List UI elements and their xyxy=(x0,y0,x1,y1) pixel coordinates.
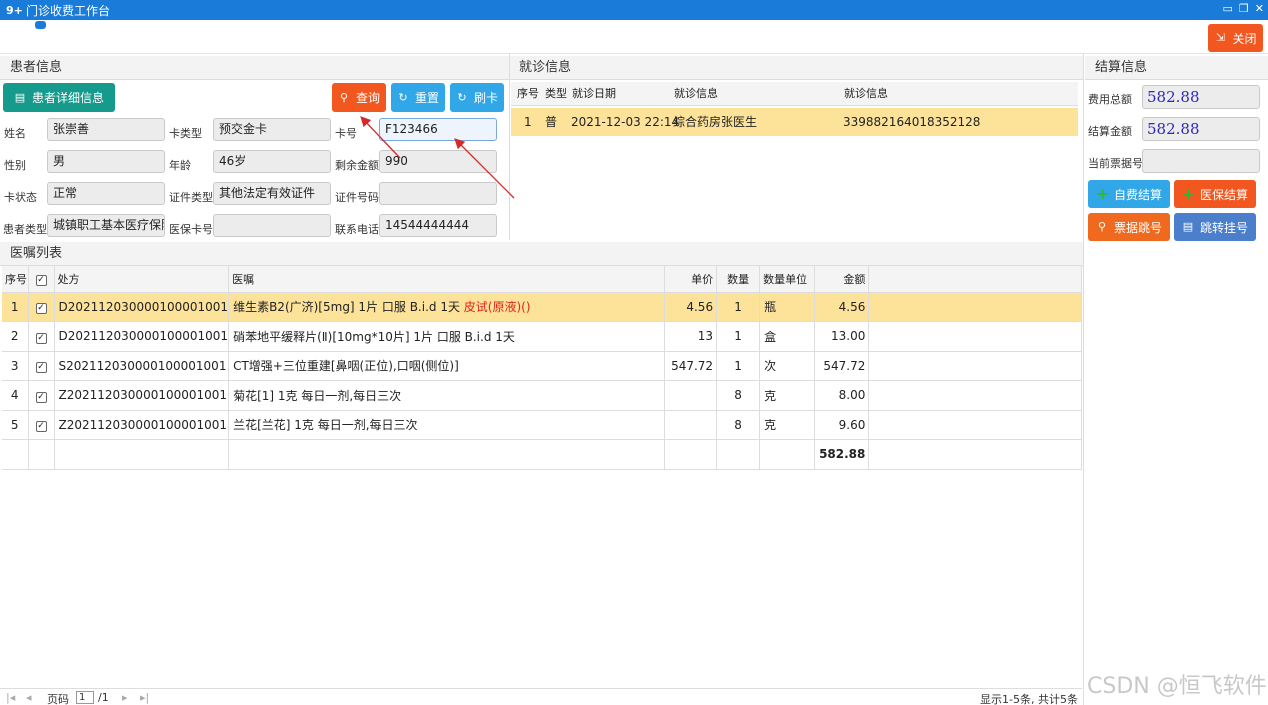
receipt-no-field[interactable] xyxy=(1142,149,1260,173)
total-fee-label: 费用总额 xyxy=(1088,93,1132,106)
close-button[interactable]: ⇲ 关闭 xyxy=(1208,24,1263,52)
phone-field[interactable]: 14544444444 xyxy=(379,214,497,237)
patient-panel-header: 患者信息 xyxy=(0,56,509,80)
table-total-row: 582.88 xyxy=(2,439,1082,470)
receipt-no-label: 当前票据号 xyxy=(1088,157,1143,170)
name-label: 姓名 xyxy=(4,127,26,140)
window-controls: ▭ ❐ ✕ xyxy=(1223,2,1265,15)
toolbar-indicator xyxy=(35,21,46,29)
document-icon: ▤ xyxy=(14,90,26,104)
swipe-card-button[interactable]: ↻ 刷卡 xyxy=(450,83,504,112)
row-checkbox[interactable]: ✓ xyxy=(35,332,47,344)
orders-total: 582.88 xyxy=(814,439,870,470)
age-field[interactable]: 46岁 xyxy=(213,150,331,173)
page-total: /1 xyxy=(98,691,109,704)
balance-label: 剩余金额 xyxy=(335,159,379,172)
window-title: 门诊收费工作台 xyxy=(26,3,111,18)
gender-label: 性别 xyxy=(4,159,26,172)
skin-test-link[interactable]: 皮试(原液)() xyxy=(464,300,531,314)
plus-icon: + xyxy=(1181,184,1196,203)
patient-type-field[interactable]: 城镇职工基本医疗保险 xyxy=(47,214,165,237)
record-summary: 显示1-5条, 共计5条 xyxy=(980,693,1078,705)
card-no-label: 卡号 xyxy=(335,127,357,140)
insurance-settle-button[interactable]: + 医保结算 xyxy=(1174,180,1256,208)
pagination-bar: |◂ ◂ 页码 1 /1 ▸ ▸| 显示1-5条, 共计5条 xyxy=(0,688,1082,705)
page-input[interactable]: 1 xyxy=(76,691,94,704)
row-checkbox[interactable]: ✓ xyxy=(35,391,47,403)
card-type-field[interactable]: 预交金卡 xyxy=(213,118,331,141)
prev-page-icon[interactable]: ◂ xyxy=(26,691,32,704)
orders-panel-header: 医嘱列表 xyxy=(0,242,1083,266)
phone-label: 联系电话 xyxy=(335,223,379,236)
refresh-icon: ↻ xyxy=(457,90,467,104)
insurance-card-field[interactable] xyxy=(213,214,331,237)
age-label: 年龄 xyxy=(169,159,191,172)
maximize-icon[interactable]: ❐ xyxy=(1239,2,1249,15)
refresh-icon: ↻ xyxy=(398,90,408,104)
table-row[interactable]: 4 ✓ Z202112030000100001001 菊花[1] 1克 每日一剂… xyxy=(2,380,1082,411)
patient-type-label: 患者类型 xyxy=(3,223,47,236)
card-status-label: 卡状态 xyxy=(4,191,37,204)
plus-icon: + xyxy=(1095,184,1110,203)
table-row[interactable]: 5 ✓ Z202112030000100001001 兰花[兰花] 1克 每日一… xyxy=(2,410,1082,440)
gender-field[interactable]: 男 xyxy=(47,150,165,173)
search-icon: ⚲ xyxy=(1097,220,1107,233)
table-row[interactable]: 3 ✓ S202112030000100001001 CT增强+三位重建[鼻咽(… xyxy=(2,351,1082,381)
row-checkbox[interactable]: ✓ xyxy=(35,362,47,374)
visit-row[interactable]: 1 普 2021-12-03 22:14 综合药房张医生 33988216401… xyxy=(511,108,1078,136)
self-pay-settle-button[interactable]: + 自费结算 xyxy=(1088,180,1170,208)
document-icon: ▤ xyxy=(1182,220,1194,233)
register-skip-button[interactable]: ▤ 跳转挂号 xyxy=(1174,213,1256,241)
orders-table: 序号 ✓ 处方 医嘱 单价 数量 数量单位 金额 1 ✓ D2021120300… xyxy=(2,266,1082,470)
divider xyxy=(509,54,510,240)
close-window-icon[interactable]: ✕ xyxy=(1255,2,1264,15)
card-no-input[interactable]: F123466 xyxy=(379,118,497,141)
id-no-field[interactable] xyxy=(379,182,497,205)
select-all-checkbox[interactable]: ✓ xyxy=(35,274,47,286)
last-page-icon[interactable]: ▸| xyxy=(140,691,149,704)
search-icon: ⚲ xyxy=(339,90,349,104)
row-checkbox[interactable]: ✓ xyxy=(35,303,47,315)
page-label: 页码 xyxy=(47,693,69,705)
watermark: CSDN @恒飞软件 xyxy=(1087,674,1267,699)
id-type-label: 证件类型 xyxy=(169,191,213,204)
settlement-panel-header: 结算信息 xyxy=(1085,56,1268,80)
first-page-icon[interactable]: |◂ xyxy=(6,691,15,704)
visit-col-info2: 就诊信息 xyxy=(844,87,888,100)
orders-table-header: 序号 ✓ 处方 医嘱 单价 数量 数量单位 金额 xyxy=(2,266,1082,293)
visit-table-header: 序号 类型 就诊日期 就诊信息 就诊信息 xyxy=(511,82,1078,106)
exit-icon: ⇲ xyxy=(1215,31,1226,44)
settle-amount-field[interactable]: 582.88 xyxy=(1142,117,1260,141)
card-type-label: 卡类型 xyxy=(169,127,202,140)
minimize-icon[interactable]: ▭ xyxy=(1223,2,1233,15)
card-status-field[interactable]: 正常 xyxy=(47,182,165,205)
app-logo-icon: 9+ xyxy=(6,3,23,17)
id-type-field[interactable]: 其他法定有效证件 xyxy=(213,182,331,205)
row-checkbox[interactable]: ✓ xyxy=(35,421,47,433)
toolbar: ⇲ 关闭 xyxy=(0,20,1268,54)
visit-col-date: 就诊日期 xyxy=(572,87,616,100)
insurance-card-label: 医保卡号 xyxy=(169,223,213,236)
table-row[interactable]: 2 ✓ D202112030000100001001 硝苯地平缓释片(Ⅱ)[10… xyxy=(2,321,1082,352)
visit-col-seq: 序号 xyxy=(517,87,539,100)
title-bar: 9+ 门诊收费工作台 ▭ ❐ ✕ xyxy=(0,0,1268,20)
divider xyxy=(1083,54,1084,705)
id-no-label: 证件号码 xyxy=(335,191,379,204)
settle-amount-label: 结算金额 xyxy=(1088,125,1132,138)
total-fee-field[interactable]: 582.88 xyxy=(1142,85,1260,109)
balance-field[interactable]: 990 xyxy=(379,150,497,173)
query-button[interactable]: ⚲ 查询 xyxy=(332,83,386,112)
reset-button[interactable]: ↻ 重置 xyxy=(391,83,445,112)
name-field[interactable]: 张崇善 xyxy=(47,118,165,141)
next-page-icon[interactable]: ▸ xyxy=(122,691,128,704)
table-row[interactable]: 1 ✓ D202112030000100001001 维生素B2(广济)[5mg… xyxy=(2,292,1082,322)
visit-col-info: 就诊信息 xyxy=(674,87,718,100)
visit-panel-header: 就诊信息 xyxy=(509,56,1083,80)
receipt-skip-button[interactable]: ⚲ 票据跳号 xyxy=(1088,213,1170,241)
patient-detail-button[interactable]: ▤ 患者详细信息 xyxy=(3,83,115,112)
visit-col-type: 类型 xyxy=(545,87,567,100)
